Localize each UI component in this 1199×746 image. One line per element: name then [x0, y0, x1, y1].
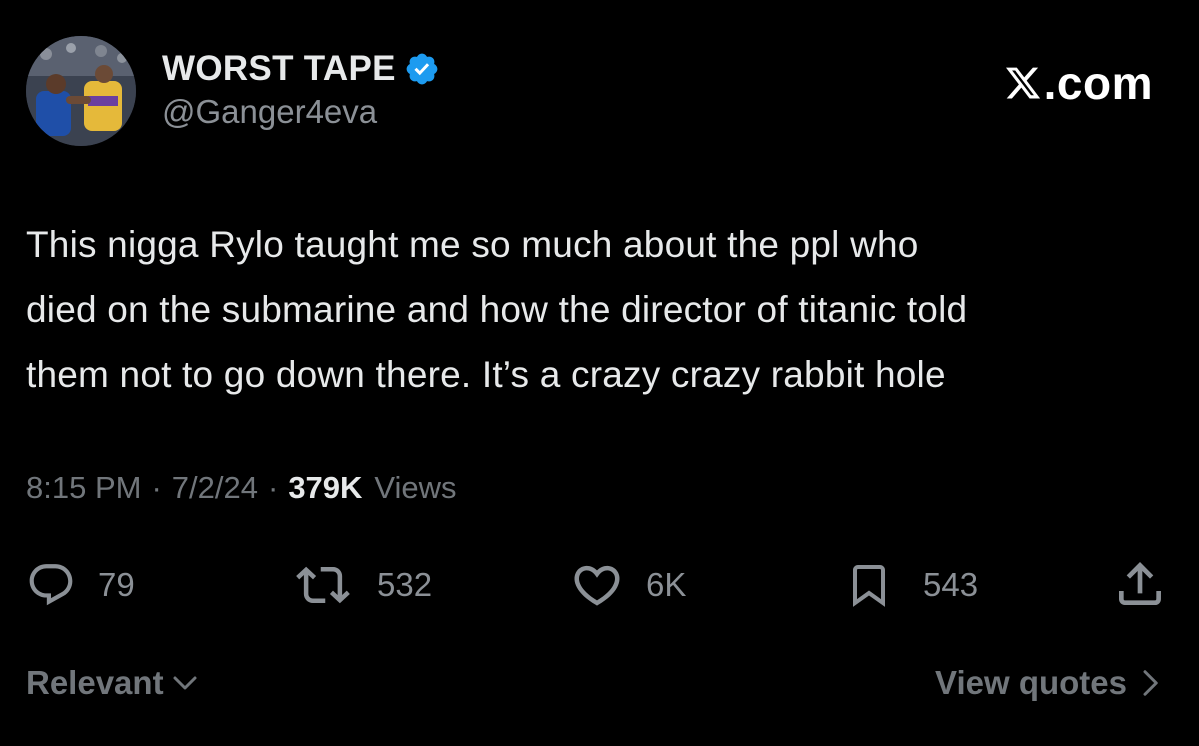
- tweet-header: WORST TAPE @Ganger4eva: [26, 36, 440, 146]
- tweet-text: This nigga Rylo taught me so much about …: [26, 212, 1176, 407]
- x-logo-icon: [1005, 67, 1040, 99]
- chevron-down-icon: [173, 676, 197, 690]
- heart-icon: [574, 565, 620, 606]
- bookmark-count: 543: [923, 566, 979, 603]
- bookmark-button[interactable]: 543: [845, 558, 978, 612]
- avatar[interactable]: [26, 36, 136, 146]
- verified-badge-icon: [404, 51, 440, 87]
- x-com-watermark: .com: [1004, 56, 1153, 110]
- repost-count: 532: [377, 566, 433, 603]
- tweet-text-line: This nigga Rylo taught me so much about …: [26, 224, 919, 265]
- sort-label: Relevant: [26, 664, 164, 701]
- chevron-right-icon: [1143, 670, 1158, 696]
- brand-domain: .com: [1043, 57, 1153, 109]
- meta-separator: ·: [151, 470, 162, 505]
- sort-relevant-dropdown[interactable]: Relevant: [26, 664, 200, 702]
- tweet-footer: Relevant View quotes: [0, 664, 1199, 714]
- share-button[interactable]: [1112, 556, 1168, 612]
- view-quotes-link[interactable]: View quotes: [935, 664, 1165, 702]
- meta-separator: ·: [267, 470, 279, 505]
- display-name-row: WORST TAPE: [162, 49, 440, 89]
- avatar-image: [26, 36, 136, 146]
- reply-bubble-icon: [29, 564, 73, 606]
- reply-button[interactable]: 79: [26, 560, 135, 610]
- author-names: WORST TAPE @Ganger4eva: [162, 49, 440, 131]
- like-button[interactable]: 6K: [570, 558, 686, 612]
- like-count: 6K: [646, 566, 687, 603]
- repost-button[interactable]: 532: [293, 558, 432, 612]
- reply-count: 79: [98, 566, 135, 603]
- bookmark-icon: [853, 565, 885, 607]
- tweet-text-line: died on the submarine and how the direct…: [26, 289, 968, 330]
- repost-icon: [296, 566, 350, 604]
- views-count: 379K: [288, 470, 363, 505]
- author-handle[interactable]: @Ganger4eva: [162, 93, 440, 131]
- display-name[interactable]: WORST TAPE: [162, 49, 396, 89]
- tweet-text-line: them not to go down there. It’s a crazy …: [26, 354, 946, 395]
- post-time[interactable]: 8:15 PM: [26, 470, 141, 506]
- view-quotes-label: View quotes: [935, 664, 1127, 701]
- share-icon: [1119, 562, 1161, 605]
- tweet-actions: 79 532 6K 543: [0, 556, 1199, 612]
- views-label: Views: [374, 470, 457, 505]
- tweet-meta: 8:15 PM · 7/2/24 · 379K Views: [26, 470, 457, 506]
- post-date[interactable]: 7/2/24: [172, 470, 258, 506]
